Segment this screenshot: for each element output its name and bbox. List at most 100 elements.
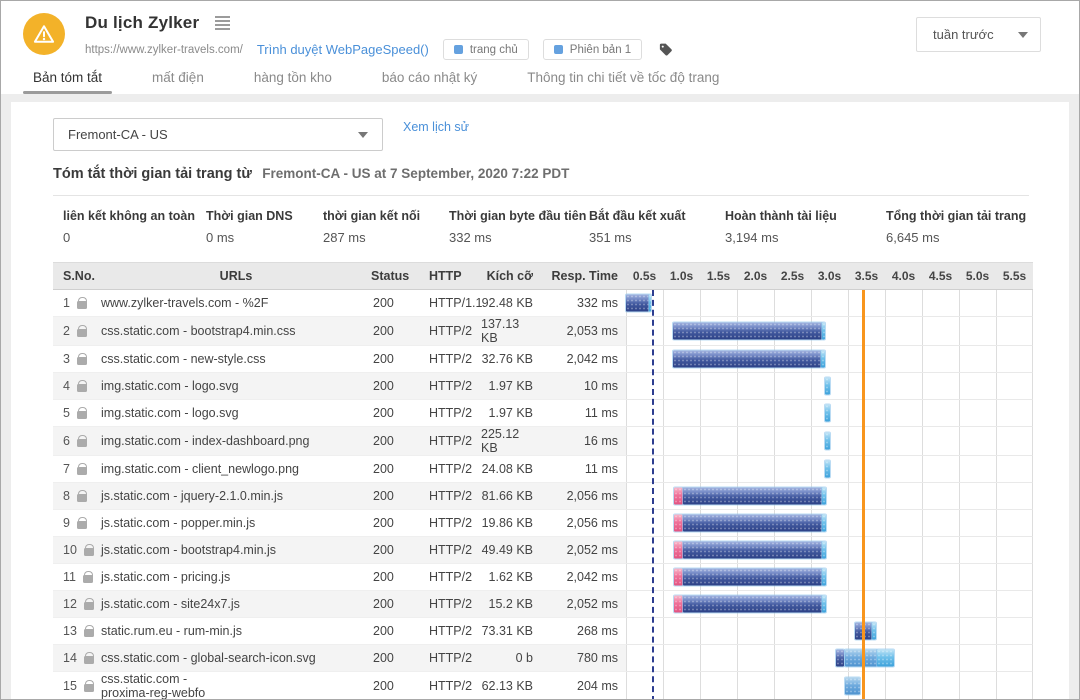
row-number: 11 bbox=[63, 570, 76, 584]
stat-label: Thời gian DNS bbox=[206, 209, 323, 223]
stat-2: Thời gian DNS0 ms bbox=[206, 209, 323, 245]
timeline-cell bbox=[626, 618, 1033, 645]
table-row[interactable]: 8js.static.com - jquery-2.1.0.min.js200H… bbox=[53, 483, 1033, 510]
cell-size: 1.97 KB bbox=[481, 373, 541, 400]
tab-5[interactable]: Thông tin chi tiết về tốc độ trang bbox=[523, 70, 723, 94]
tag-icon[interactable] bbox=[658, 42, 673, 57]
cell-sno: 4 bbox=[53, 373, 101, 400]
period-dropdown[interactable]: tuần trước bbox=[916, 17, 1041, 52]
cell-status: 200 bbox=[371, 427, 423, 456]
cell-status: 200 bbox=[371, 564, 423, 591]
page-title: Du lịch Zylker bbox=[85, 13, 199, 33]
tab-1[interactable]: Bản tóm tắt bbox=[29, 70, 106, 94]
row-number: 13 bbox=[63, 624, 77, 638]
timeline-tick-labels: 0.5s1.0s1.5s2.0s2.5s3.0s3.5s4.0s4.5s5.0s… bbox=[626, 269, 1033, 283]
table-row[interactable]: 3css.static.com - new-style.css200HTTP/2… bbox=[53, 346, 1033, 373]
webpagespeed-link[interactable]: Trình duyệt WebPageSpeed() bbox=[257, 42, 429, 57]
menu-icon[interactable] bbox=[213, 14, 232, 32]
cell-resp-time: 332 ms bbox=[541, 290, 626, 317]
table-row[interactable]: 15css.static.com - proxima-reg-webfo200H… bbox=[53, 672, 1033, 700]
tab-3[interactable]: hàng tồn kho bbox=[250, 70, 336, 94]
waterfall-bar-tip bbox=[825, 433, 829, 450]
table-row[interactable]: 11js.static.com - pricing.js200HTTP/21.6… bbox=[53, 564, 1033, 591]
cell-url: www.zylker-travels.com - %2F bbox=[101, 290, 371, 317]
cell-resp-time: 11 ms bbox=[541, 456, 626, 483]
view-history-link[interactable]: Xem lịch sử bbox=[403, 120, 469, 134]
table-row[interactable]: 14css.static.com - global-search-icon.sv… bbox=[53, 645, 1033, 672]
table-row[interactable]: 6img.static.com - index-dashboard.png200… bbox=[53, 427, 1033, 456]
waterfall-bar-tip bbox=[822, 569, 826, 586]
cell-resp-time: 2,053 ms bbox=[541, 317, 626, 346]
cell-http: HTTP/2 bbox=[423, 645, 481, 672]
tick-label: 5.0s bbox=[959, 269, 996, 283]
row-number: 12 bbox=[63, 597, 77, 611]
stat-6: Hoàn thành tài liệu3,194 ms bbox=[725, 209, 886, 245]
lock-icon bbox=[84, 684, 94, 692]
cell-sno: 2 bbox=[53, 317, 101, 346]
waterfall-table: S.No. URLs Status HTTP Kích cỡ Resp. Tim… bbox=[53, 262, 1033, 700]
tab-bar: Bản tóm tắt mất điện hàng tồn kho báo cáo n… bbox=[1, 65, 1079, 94]
table-row[interactable]: 5img.static.com - logo.svg200HTTP/21.97 … bbox=[53, 400, 1033, 427]
waterfall-bar-body bbox=[683, 515, 822, 532]
timeline-cell bbox=[626, 672, 1033, 700]
summary-stats: liên kết không an toàn0Thời gian DNS0 ms… bbox=[53, 196, 1029, 262]
waterfall-bar-wait bbox=[674, 596, 682, 613]
cell-url: static.rum.eu - rum-min.js bbox=[101, 618, 371, 645]
cell-resp-time: 780 ms bbox=[541, 645, 626, 672]
cell-sno: 5 bbox=[53, 400, 101, 427]
waterfall-bar-tip bbox=[822, 596, 826, 613]
lock-icon bbox=[77, 467, 87, 475]
table-row[interactable]: 7img.static.com - client_newlogo.png200H… bbox=[53, 456, 1033, 483]
row-number: 2 bbox=[63, 324, 70, 338]
cell-size: 49.49 KB bbox=[481, 537, 541, 564]
table-row[interactable]: 12js.static.com - site24x7.js200HTTP/215… bbox=[53, 591, 1033, 618]
table-row[interactable]: 1www.zylker-travels.com - %2F200HTTP/1.1… bbox=[53, 290, 1033, 317]
cell-resp-time: 2,052 ms bbox=[541, 591, 626, 618]
timeline-cell bbox=[626, 591, 1033, 618]
cell-sno: 7 bbox=[53, 456, 101, 483]
cell-status: 200 bbox=[371, 591, 423, 618]
waterfall-bar-tip bbox=[822, 542, 826, 559]
table-row[interactable]: 2css.static.com - bootstrap4.min.css200H… bbox=[53, 317, 1033, 346]
badge-square-icon bbox=[554, 45, 563, 54]
timeline-cell bbox=[626, 400, 1033, 427]
cell-status: 200 bbox=[371, 290, 423, 317]
cell-url: js.static.com - jquery-2.1.0.min.js bbox=[101, 483, 371, 510]
table-row[interactable]: 10js.static.com - bootstrap4.min.js200HT… bbox=[53, 537, 1033, 564]
cell-size: 1.97 KB bbox=[481, 400, 541, 427]
lock-icon bbox=[77, 329, 87, 337]
lock-icon bbox=[77, 521, 87, 529]
stat-5: Bắt đầu kết xuất351 ms bbox=[589, 209, 725, 245]
table-row[interactable]: 9js.static.com - popper.min.js200HTTP/21… bbox=[53, 510, 1033, 537]
timeline-cell bbox=[626, 564, 1033, 591]
table-row[interactable]: 13static.rum.eu - rum-min.js200HTTP/273.… bbox=[53, 618, 1033, 645]
cell-resp-time: 2,042 ms bbox=[541, 346, 626, 373]
cell-status: 200 bbox=[371, 317, 423, 346]
lock-icon bbox=[84, 629, 94, 637]
chevron-down-icon bbox=[358, 132, 368, 138]
page: Du lịch Zylker https://www.zylker-travel… bbox=[0, 0, 1080, 700]
tab-2[interactable]: mất điện bbox=[148, 70, 208, 94]
cell-http: HTTP/1.1 bbox=[423, 290, 481, 317]
timeline-cell bbox=[626, 510, 1033, 537]
badge-home[interactable]: trang chủ bbox=[443, 39, 529, 60]
cell-url: img.static.com - client_newlogo.png bbox=[101, 456, 371, 483]
location-dropdown[interactable]: Fremont-CA - US bbox=[53, 118, 383, 151]
waterfall-bar-body bbox=[673, 323, 821, 340]
cell-url: js.static.com - site24x7.js bbox=[101, 591, 371, 618]
summary-title: Tóm tắt thời gian tải trang từ Fremont-C… bbox=[53, 165, 1029, 183]
waterfall-bar-tip bbox=[825, 461, 829, 478]
cell-http: HTTP/2 bbox=[423, 672, 481, 700]
timeline-cell bbox=[626, 346, 1033, 373]
monitor-url: https://www.zylker-travels.com/ bbox=[85, 44, 243, 56]
table-row[interactable]: 4img.static.com - logo.svg200HTTP/21.97 … bbox=[53, 373, 1033, 400]
timeline-cell bbox=[626, 456, 1033, 483]
cell-sno: 10 bbox=[53, 537, 101, 564]
badge-version[interactable]: Phiên bản 1 bbox=[543, 39, 642, 60]
cell-sno: 12 bbox=[53, 591, 101, 618]
cell-size: 225.12 KB bbox=[481, 427, 541, 456]
tab-4[interactable]: báo cáo nhật ký bbox=[378, 70, 481, 94]
cell-sno: 8 bbox=[53, 483, 101, 510]
waterfall-bar-light bbox=[845, 678, 861, 695]
col-header-size: Kích cỡ bbox=[481, 269, 541, 283]
